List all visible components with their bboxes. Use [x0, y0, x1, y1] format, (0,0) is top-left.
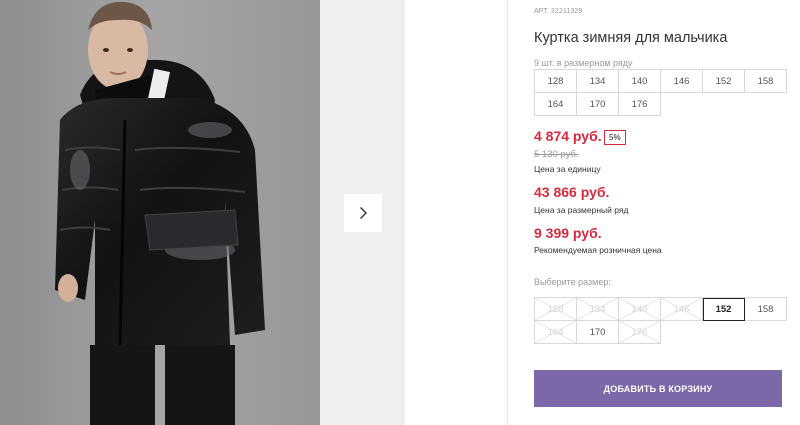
size-picker: 128 134 140 146 152 158 164 170 176: [534, 297, 787, 344]
article-value: 32211329: [550, 8, 583, 15]
product-title: Куртка зимняя для мальчика: [534, 30, 728, 46]
pack-size-cell: 140: [619, 70, 661, 93]
next-photo-button[interactable]: [344, 194, 382, 232]
article-label: АРТ.: [534, 8, 549, 15]
unavailable-cross-icon: [535, 321, 576, 343]
unavailable-cross-icon: [619, 298, 660, 320]
pack-size-cell: 158: [745, 70, 787, 93]
size-option-disabled: 134: [577, 298, 619, 321]
pack-size-cell: 170: [577, 93, 619, 116]
size-option-disabled: 164: [535, 321, 577, 344]
pack-note: 9 шт. в размерном ряду: [534, 58, 633, 68]
discount-badge: 5%: [604, 130, 626, 145]
pack-size-cell: 134: [577, 70, 619, 93]
unit-price-note: Цена за единицу: [534, 164, 601, 174]
add-to-cart-button[interactable]: ДОБАВИТЬ В КОРЗИНУ: [534, 370, 782, 407]
unavailable-cross-icon: [535, 298, 576, 320]
retail-price: 9 399 руб.: [534, 225, 602, 241]
size-option-disabled: 176: [619, 321, 661, 344]
product-photo-illustration: [0, 0, 320, 425]
product-photo: [0, 0, 320, 425]
pack-size-cell: 176: [619, 93, 661, 116]
size-option-disabled: 128: [535, 298, 577, 321]
pack-size-grid: 128 134 140 146 152 158 164 170 176: [534, 69, 787, 116]
size-option-disabled: 146: [661, 298, 703, 321]
retail-price-note: Рекомендуемая розничная цена: [534, 245, 662, 255]
article-number: АРТ. 32211329: [534, 8, 582, 15]
size-option[interactable]: 158: [745, 298, 787, 321]
pack-size-cell: 146: [661, 70, 703, 93]
size-picker-label: Выберите размер:: [534, 277, 611, 287]
pack-size-cell: 164: [535, 93, 577, 116]
pack-size-cell: 152: [703, 70, 745, 93]
size-option-disabled: 140: [619, 298, 661, 321]
pack-size-cell: 128: [535, 70, 577, 93]
unavailable-cross-icon: [619, 321, 660, 343]
pack-price-note: Цена за размерный ряд: [534, 205, 629, 215]
old-price: 5 130 руб.: [534, 149, 579, 160]
pack-price: 43 866 руб.: [534, 184, 610, 200]
unavailable-cross-icon: [661, 298, 702, 320]
size-option-selected[interactable]: 152: [703, 298, 745, 321]
unit-price: 4 874 руб.: [534, 128, 602, 144]
size-option[interactable]: 170: [577, 321, 619, 344]
chevron-right-icon: [360, 207, 367, 219]
unavailable-cross-icon: [577, 298, 618, 320]
column-divider: [507, 0, 508, 425]
